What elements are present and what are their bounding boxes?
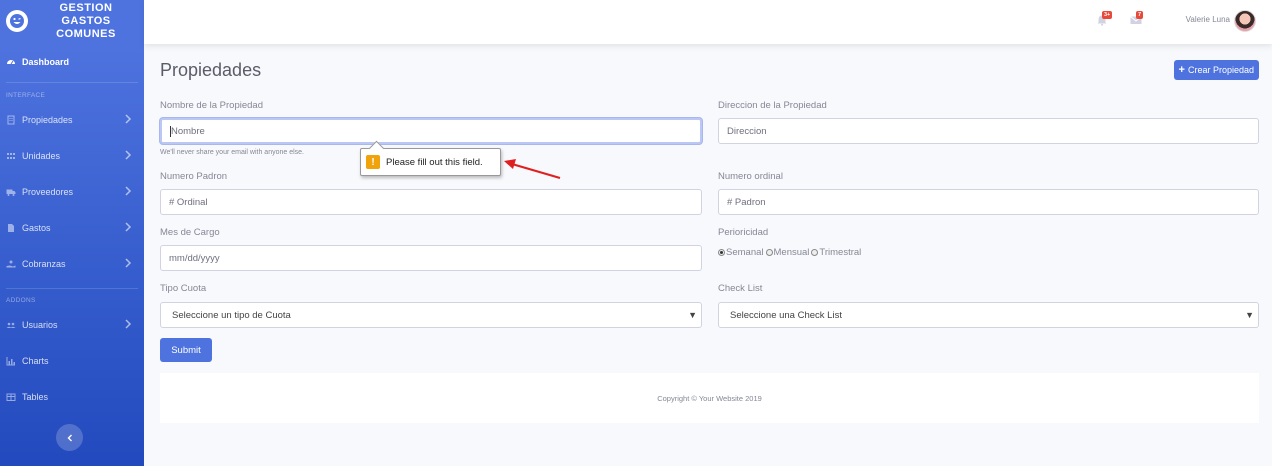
ordinal-placeholder: # Padron	[727, 196, 766, 208]
checklist-label: Check List	[718, 283, 763, 294]
caret-down-icon: ▼	[1245, 310, 1254, 320]
direccion-placeholder: Direccion	[727, 125, 767, 137]
periodicidad-radio-group: Semanal Mensual Trimestral	[718, 247, 861, 258]
mes-cargo-label: Mes de Cargo	[160, 227, 220, 238]
building-icon	[6, 115, 16, 125]
chevron-right-icon	[125, 258, 132, 268]
sidebar-item-cobranzas[interactable]: Cobranzas	[0, 246, 144, 282]
nombre-input[interactable]: Nombre	[160, 118, 702, 144]
checklist-value: Seleccione una Check List	[730, 309, 842, 321]
nombre-placeholder: Nombre	[171, 125, 205, 137]
sidebar-toggle-button[interactable]	[56, 424, 83, 451]
chevron-left-icon	[67, 434, 72, 441]
sidebar-item-proveedores[interactable]: Proveedores	[0, 174, 144, 210]
sidebar-item-label: Cobranzas	[22, 259, 66, 269]
tipo-cuota-value: Seleccione un tipo de Cuota	[172, 309, 291, 321]
sidebar-heading-interface: INTERFACE	[6, 91, 46, 99]
chevron-right-icon	[125, 114, 132, 124]
sidebar-item-gastos[interactable]: Gastos	[0, 210, 144, 246]
direccion-label: Direccion de la Propiedad	[718, 100, 827, 111]
periodicidad-label: Perioricidad	[718, 227, 769, 238]
sidebar-item-label: Charts	[22, 356, 49, 366]
brand-name: GESTION GASTOS COMUNES	[56, 1, 116, 40]
messages-badge: 7	[1136, 11, 1144, 19]
nombre-label: Nombre de la Propiedad	[160, 100, 263, 111]
sidebar-item-propiedades[interactable]: Propiedades	[0, 102, 144, 138]
ordinal-label: Numero ordinal	[718, 171, 783, 182]
avatar[interactable]	[1234, 10, 1256, 32]
checklist-select[interactable]: Seleccione una Check List ▼	[718, 302, 1259, 328]
hand-coin-icon	[6, 259, 16, 269]
sidebar-item-label: Proveedores	[22, 187, 74, 197]
sidebar-item-label: Dashboard	[22, 57, 70, 67]
sidebar-item-unidades[interactable]: Unidades	[0, 138, 144, 174]
alerts-badge: 3+	[1102, 11, 1113, 19]
chevron-right-icon	[125, 186, 132, 196]
padron-placeholder: # Ordinal	[169, 196, 208, 208]
chart-icon	[6, 356, 16, 366]
mes-cargo-placeholder: mm/dd/yyyy	[169, 252, 220, 264]
tachometer-icon	[6, 57, 16, 67]
sidebar: GESTION GASTOS COMUNES Dashboard INTERFA…	[0, 0, 144, 466]
direccion-input[interactable]: Direccion	[718, 118, 1259, 144]
warning-icon: !	[366, 155, 380, 169]
create-propiedad-button[interactable]: + Crear Propiedad	[1173, 60, 1259, 80]
sidebar-item-tables[interactable]: Tables	[0, 379, 144, 415]
sidebar-item-dashboard[interactable]: Dashboard	[0, 42, 144, 82]
page-title: Propiedades	[160, 60, 262, 80]
sidebar-divider	[6, 82, 138, 83]
sidebar-heading-addons: ADDONS	[6, 296, 36, 304]
messages-button[interactable]: 7	[1130, 11, 1144, 26]
sidebar-item-label: Propiedades	[22, 115, 73, 125]
radio-mensual[interactable]: Mensual	[765, 247, 810, 258]
ordinal-input[interactable]: # Padron	[718, 189, 1259, 215]
brand[interactable]: GESTION GASTOS COMUNES	[0, 0, 144, 42]
mes-cargo-date-input[interactable]: mm/dd/yyyy	[160, 245, 702, 271]
radio-trimestral[interactable]: Trimestral	[811, 247, 861, 258]
sidebar-item-label: Unidades	[22, 151, 61, 161]
radio-label: Mensual	[773, 247, 810, 258]
radio-label: Trimestral	[819, 247, 862, 258]
radio-label: Semanal	[726, 247, 764, 258]
sidebar-item-label: Gastos	[22, 223, 51, 233]
sidebar-item-label: Tables	[22, 392, 49, 402]
sidebar-item-charts[interactable]: Charts	[0, 343, 144, 379]
table-icon	[6, 392, 16, 402]
radio-dot-checked	[718, 249, 725, 256]
padron-label: Numero Padron	[160, 171, 228, 182]
plus-icon: +	[1178, 64, 1185, 76]
chevron-right-icon	[125, 319, 132, 329]
radio-dot	[811, 249, 819, 256]
users-icon	[6, 320, 16, 330]
radio-semanal[interactable]: Semanal	[718, 247, 764, 258]
sidebar-item-usuarios[interactable]: Usuarios	[0, 307, 144, 343]
chevron-right-icon	[125, 222, 132, 232]
user-name[interactable]: Valerie Luna	[1186, 15, 1230, 24]
annotation-arrow-icon	[504, 159, 561, 180]
alerts-button[interactable]: 3+	[1096, 11, 1113, 26]
laugh-wink-icon	[6, 10, 28, 32]
padron-input[interactable]: # Ordinal	[160, 189, 702, 215]
create-propiedad-label: Crear Propiedad	[1187, 65, 1254, 75]
sidebar-divider	[6, 288, 138, 289]
file-icon	[6, 223, 16, 233]
topbar: 3+ 7 Valerie Luna	[144, 0, 1272, 44]
footer: Copyright © Your Website 2019	[160, 373, 1259, 423]
sidebar-item-label: Usuarios	[22, 320, 58, 330]
truck-icon	[6, 187, 16, 197]
grid-icon	[6, 151, 16, 161]
tipo-cuota-label: Tipo Cuota	[160, 283, 207, 294]
nombre-help-text: We'll never share your email with anyone…	[160, 149, 304, 156]
radio-dot	[765, 249, 773, 256]
tipo-cuota-select[interactable]: Seleccione un tipo de Cuota ▼	[160, 302, 702, 328]
caret-down-icon: ▼	[688, 310, 697, 320]
submit-button[interactable]: Submit	[160, 338, 212, 362]
validation-message: Please fill out this field.	[386, 156, 483, 168]
copyright-text: Copyright © Your Website 2019	[657, 393, 762, 403]
validation-tooltip: ! Please fill out this field.	[360, 148, 501, 176]
chevron-right-icon	[125, 150, 132, 160]
